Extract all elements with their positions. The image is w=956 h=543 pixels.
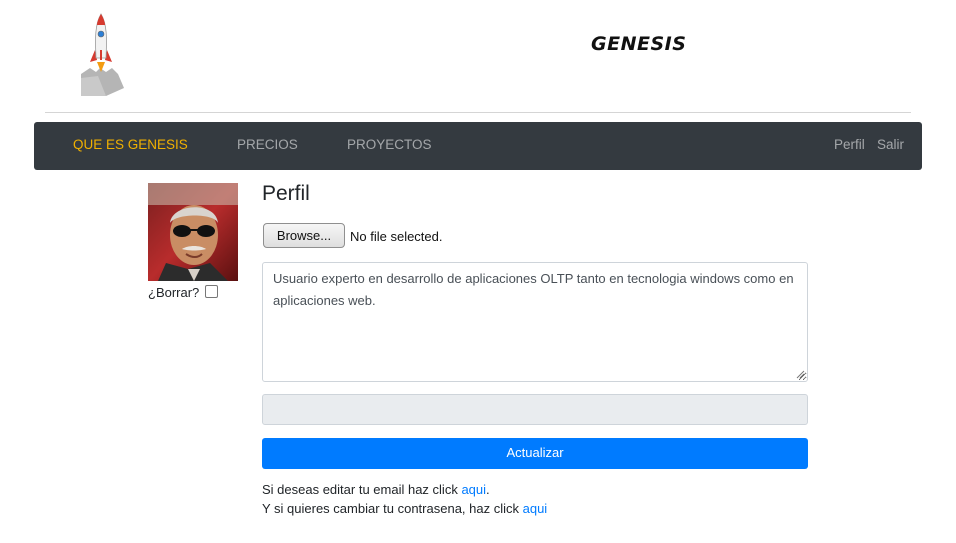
main-navbar: QUE ES GENESIS PRECIOS PROYECTOS Perfil …: [34, 122, 922, 170]
header-divider: [45, 112, 911, 113]
change-password-hint: Y si quieres cambiar tu contrasena, haz …: [262, 501, 547, 516]
rocket-icon: [78, 12, 128, 96]
resize-grip-icon[interactable]: [796, 370, 805, 379]
nav-item-proyectos[interactable]: PROYECTOS: [347, 137, 432, 152]
file-status-text: No file selected.: [350, 229, 443, 244]
browse-file-button[interactable]: Browse...: [263, 223, 345, 248]
brand-title: GENESIS: [591, 33, 687, 55]
disabled-email-field: [262, 394, 808, 425]
page-title: Perfil: [262, 182, 310, 205]
avatar: [148, 183, 238, 281]
edit-email-text: Si deseas editar tu email haz click: [262, 482, 462, 497]
nav-item-precios[interactable]: PRECIOS: [237, 137, 298, 152]
change-password-link[interactable]: aqui: [523, 501, 548, 516]
delete-avatar-row: ¿Borrar?: [148, 285, 218, 300]
bio-text: Usuario experto en desarrollo de aplicac…: [273, 271, 794, 308]
edit-email-link[interactable]: aqui: [461, 482, 486, 497]
page: GENESIS QUE ES GENESIS PRECIOS PROYECTOS…: [0, 0, 956, 543]
bio-textarea[interactable]: Usuario experto en desarrollo de aplicac…: [262, 262, 808, 382]
change-password-text: Y si quieres cambiar tu contrasena, haz …: [262, 501, 523, 516]
nav-item-salir[interactable]: Salir: [877, 137, 904, 152]
nav-item-que-es-genesis[interactable]: QUE ES GENESIS: [73, 137, 188, 152]
delete-avatar-label: ¿Borrar?: [148, 285, 200, 300]
edit-email-suffix: .: [486, 482, 490, 497]
delete-avatar-checkbox[interactable]: [204, 285, 218, 298]
update-button[interactable]: Actualizar: [262, 438, 808, 469]
nav-item-perfil[interactable]: Perfil: [834, 137, 865, 152]
edit-email-hint: Si deseas editar tu email haz click aqui…: [262, 482, 490, 497]
